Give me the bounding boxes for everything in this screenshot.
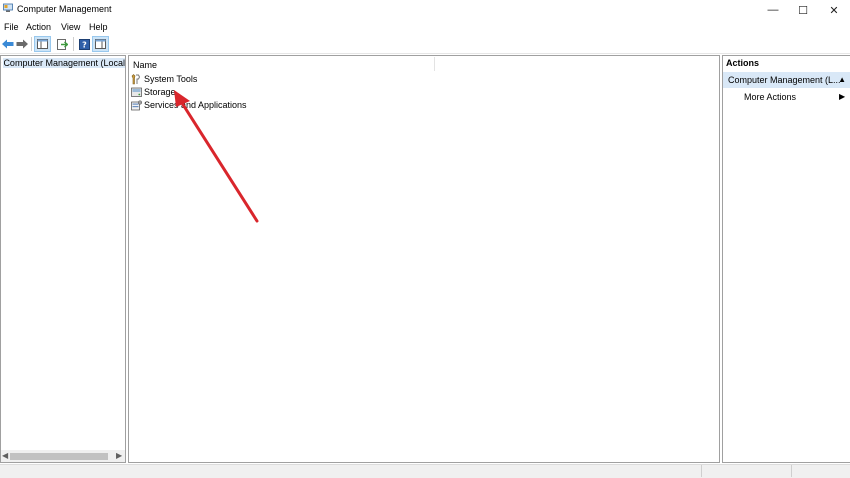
export-list-button[interactable] (55, 37, 70, 51)
show-hide-tree-button[interactable] (35, 37, 50, 51)
show-hide-tree-icon (37, 39, 48, 49)
help-button[interactable]: ? (77, 37, 92, 51)
column-header-name[interactable]: Name (133, 60, 157, 70)
toolbar-separator (73, 37, 74, 51)
more-actions-item[interactable]: More Actions (744, 92, 796, 102)
actions-group-label: Computer Management (L... (728, 75, 841, 85)
forward-icon (16, 39, 28, 49)
tree-item-label: Computer Management (Local (3, 58, 125, 68)
actions-pane (722, 55, 850, 463)
back-button[interactable] (0, 37, 15, 51)
close-button[interactable]: ✕ (819, 0, 849, 20)
maximize-icon: ☐ (798, 4, 808, 17)
forward-button[interactable] (14, 37, 29, 51)
list-item-system-tools[interactable]: System Tools (131, 73, 197, 85)
toolbar (0, 34, 850, 54)
toolbar-separator (31, 37, 32, 51)
back-icon (2, 39, 14, 49)
storage-icon (131, 87, 142, 98)
list-item-label: Services and Applications (144, 100, 247, 110)
menu-file[interactable]: File (4, 22, 19, 32)
column-divider[interactable] (434, 57, 435, 71)
status-bar-divider (701, 465, 702, 477)
computer-management-app-icon (3, 3, 13, 13)
console-tree-pane (0, 55, 126, 463)
menu-view[interactable]: View (61, 22, 80, 32)
title-bar (0, 0, 850, 20)
actions-group-computer-management[interactable]: Computer Management (L... ▲ (723, 72, 850, 88)
show-hide-action-pane-button[interactable] (93, 37, 108, 51)
minimize-button[interactable]: — (758, 0, 788, 20)
status-bar (0, 464, 850, 478)
list-item-storage[interactable]: Storage (131, 86, 176, 98)
menu-action[interactable]: Action (26, 22, 51, 32)
status-bar-divider (791, 465, 792, 477)
list-item-label: System Tools (144, 74, 197, 84)
maximize-button[interactable]: ☐ (788, 0, 818, 20)
minimize-icon: — (768, 4, 779, 16)
actions-pane-title: Actions (726, 58, 759, 68)
window-title: Computer Management (17, 4, 112, 14)
collapse-caret-icon[interactable]: ▲ (838, 75, 846, 84)
column-header-row (129, 58, 719, 71)
scroll-right-icon[interactable]: ▶ (116, 451, 122, 460)
help-icon: ? (79, 39, 90, 50)
menu-bar (0, 20, 850, 34)
scrollbar-thumb[interactable] (10, 453, 108, 460)
results-pane (128, 55, 720, 463)
system-tools-icon (131, 74, 142, 85)
submenu-arrow-icon: ▶ (839, 92, 845, 101)
services-applications-icon (131, 100, 142, 111)
svg-text:?: ? (82, 40, 87, 49)
list-item-label: Storage (144, 87, 176, 97)
export-list-icon (57, 39, 68, 50)
list-item-services-applications[interactable]: Services and Applications (131, 99, 247, 111)
tree-item-computer-management[interactable]: Computer Management (Local (1, 57, 125, 68)
close-icon: ✕ (829, 4, 838, 17)
show-hide-action-pane-icon (95, 39, 106, 49)
menu-help[interactable]: Help (89, 22, 108, 32)
scroll-left-icon[interactable]: ◀ (2, 451, 8, 460)
